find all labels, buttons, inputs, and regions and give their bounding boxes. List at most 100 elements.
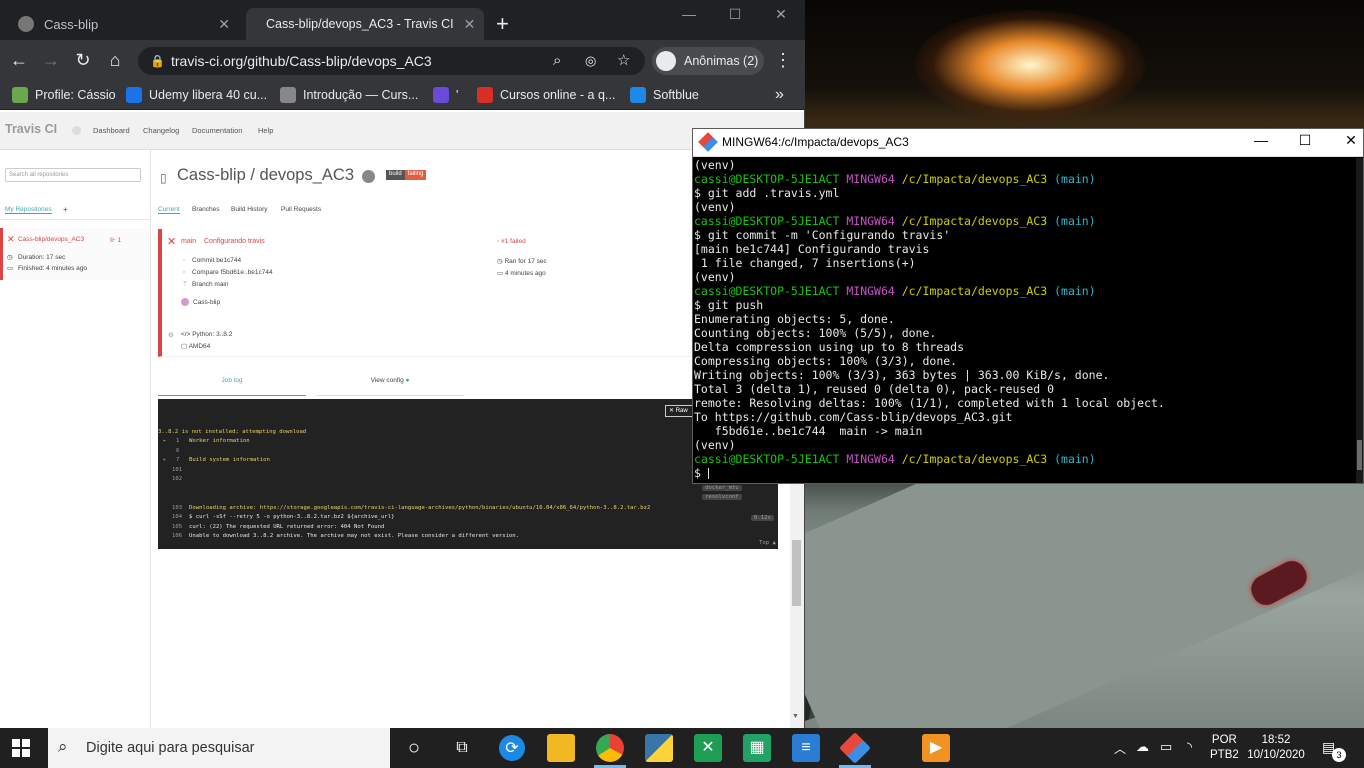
log-line: Worker information xyxy=(189,438,250,444)
failed-icon: ✕ xyxy=(167,236,177,248)
expand-icon[interactable]: ▸ xyxy=(163,438,166,444)
tab-view-config[interactable]: View config ● xyxy=(316,377,464,396)
log-tag: resolvconf xyxy=(702,494,742,500)
terminal-minimize-button[interactable]: — xyxy=(1250,132,1272,152)
travis-logo[interactable]: Travis CI xyxy=(5,122,57,136)
forward-icon[interactable]: → xyxy=(40,49,62,71)
maximize-button[interactable]: ☐ xyxy=(723,6,747,26)
excel-icon[interactable]: ▦ xyxy=(743,734,771,762)
terminal-title: MINGW64:/c/Impacta/devops_AC3 xyxy=(722,135,909,149)
build-commit[interactable]: Commit be1c744 xyxy=(192,257,241,264)
nav-help[interactable]: Help xyxy=(258,126,273,135)
expand-icon[interactable]: ▸ xyxy=(163,457,166,463)
raw-log-button[interactable]: ✕ Raw xyxy=(665,405,693,417)
repo-icon: ▯ xyxy=(160,171,167,185)
close-window-button[interactable]: ✕ xyxy=(769,6,793,26)
minimize-button[interactable]: — xyxy=(677,6,701,26)
tab-branches[interactable]: Branches xyxy=(192,206,219,213)
bookmark-purple[interactable]: ' xyxy=(433,85,458,105)
bookmark-icon xyxy=(280,87,296,103)
page-scroll-thumb[interactable] xyxy=(792,540,801,606)
build-branch-line[interactable]: Branch main xyxy=(192,281,229,288)
taskbar-search-input[interactable]: Digite aqui para pesquisar xyxy=(48,728,390,768)
log-line-number: 101 xyxy=(172,467,183,473)
branch-icon: ᛘ xyxy=(183,281,187,288)
terminal-maximize-button[interactable]: ☐ xyxy=(1294,132,1316,152)
settings-icon: ⚙ xyxy=(168,332,174,339)
nav-dashboard[interactable]: Dashboard xyxy=(93,126,130,135)
app-icon[interactable]: ⟳ xyxy=(499,735,525,761)
media-player-icon[interactable]: ▶ xyxy=(922,734,950,762)
log-tag: docker_mtu xyxy=(702,485,742,491)
search-icon: ⌕ xyxy=(58,737,68,756)
bookmark-icon xyxy=(126,87,142,103)
tab-build-history[interactable]: Build History xyxy=(231,206,267,213)
repo-search-input[interactable]: Search all repositories xyxy=(5,168,141,182)
bookmark-profile[interactable]: Profile: Cássio xyxy=(12,85,116,105)
tab-job-log[interactable]: Job log xyxy=(158,377,306,396)
cortana-icon[interactable]: ○ xyxy=(400,734,428,762)
build-ran: ◷ Ran for 17 sec xyxy=(497,258,547,265)
log-line-number: 104 xyxy=(172,514,183,520)
github-icon[interactable] xyxy=(362,170,375,183)
tab-travis[interactable]: Cass-blip/devops_AC3 - Travis CI ✕ xyxy=(246,8,484,40)
incognito-profile-button[interactable]: Anônimas (2) xyxy=(652,47,764,75)
address-bar[interactable]: 🔒 travis-ci.org/github/Cass-blip/devops_… xyxy=(138,47,645,75)
build-status[interactable]: ◦ #1 failed xyxy=(497,238,526,245)
repo-item-name[interactable]: Cass-blip/devops_AC3 xyxy=(18,236,84,243)
build-summary-card xyxy=(158,229,698,357)
chevron-up-icon[interactable]: ︿ xyxy=(1114,740,1126,757)
chrome-icon[interactable] xyxy=(596,734,624,762)
bookmark-cursos-online[interactable]: Cursos online - a q... xyxy=(477,85,615,105)
close-tab-icon[interactable]: ✕ xyxy=(464,16,476,33)
bookmark-softblue[interactable]: Softblue xyxy=(630,85,699,105)
terminal-output[interactable]: (venv) cassi@DESKTOP-5JE1ACT MINGW64 /c/I… xyxy=(694,158,1354,480)
python-icon[interactable] xyxy=(645,734,673,762)
scroll-down-icon[interactable]: ▼ xyxy=(792,713,799,720)
build-status-badge[interactable]: build failing xyxy=(386,170,427,180)
bookmark-udemy[interactable]: Udemy libera 40 cu... xyxy=(126,85,267,105)
tab-my-repositories[interactable]: My Repositories xyxy=(5,206,52,214)
log-line-number: 6 xyxy=(176,448,180,454)
more-bookmarks-button[interactable]: » xyxy=(775,85,784,105)
nav-documentation[interactable]: Documentation xyxy=(192,126,242,135)
close-tab-icon[interactable]: ✕ xyxy=(218,16,230,33)
commit-icon: ◦ xyxy=(183,257,186,264)
build-arch: ▢ AMD64 xyxy=(181,343,211,350)
scroll-top-button[interactable]: Top ▲ xyxy=(759,540,776,546)
battery-icon[interactable]: ▭ xyxy=(1160,739,1172,755)
terminal-close-button[interactable]: ✕ xyxy=(1340,132,1362,152)
tab-pull-requests[interactable]: Pull Requests xyxy=(281,206,321,213)
eye-off-icon[interactable]: ◎ xyxy=(585,47,596,75)
new-tab-button[interactable]: + xyxy=(496,12,509,36)
add-repo-button[interactable]: + xyxy=(63,205,68,214)
nav-changelog[interactable]: Changelog xyxy=(143,126,179,135)
wifi-icon[interactable]: ◝ xyxy=(1187,739,1192,755)
start-button[interactable] xyxy=(12,739,30,757)
tab-cass-blip[interactable]: Cass-blip ✕ xyxy=(8,8,240,40)
incognito-icon xyxy=(656,51,676,71)
star-icon[interactable]: ☆ xyxy=(617,47,630,75)
reload-icon[interactable]: ↻ xyxy=(72,49,94,71)
terminal-scroll-thumb[interactable] xyxy=(1357,440,1362,470)
duration-icon: ◷ xyxy=(7,254,13,261)
word-icon[interactable]: ≡ xyxy=(792,734,820,762)
bookmark-icon xyxy=(12,87,28,103)
log-line-number: 106 xyxy=(172,533,183,539)
home-icon[interactable]: ⌂ xyxy=(104,49,126,71)
tab-current[interactable]: Current xyxy=(158,206,180,214)
task-view-icon[interactable]: ⧉ xyxy=(448,734,476,762)
search-icon[interactable]: ⌕ xyxy=(553,47,561,75)
tab-title: Cass-blip/devops_AC3 - Travis CI xyxy=(266,17,454,31)
back-icon[interactable]: ← xyxy=(8,49,30,71)
file-explorer-icon[interactable] xyxy=(547,734,575,762)
app-icon[interactable]: ✕ xyxy=(694,734,722,762)
build-compare[interactable]: Compare f5bd61e..be1c744 xyxy=(192,269,273,276)
clock[interactable]: 18:52 10/10/2020 xyxy=(1246,733,1306,763)
menu-icon[interactable]: ⋮ xyxy=(772,49,794,71)
language-indicator[interactable]: POR PTB2 xyxy=(1210,733,1239,763)
onedrive-icon[interactable]: ☁ xyxy=(1136,739,1149,755)
bookmark-introducao[interactable]: Introdução — Curs... xyxy=(280,85,418,105)
build-branch[interactable]: main xyxy=(181,238,196,245)
terminal-scrollbar[interactable] xyxy=(1356,158,1363,483)
